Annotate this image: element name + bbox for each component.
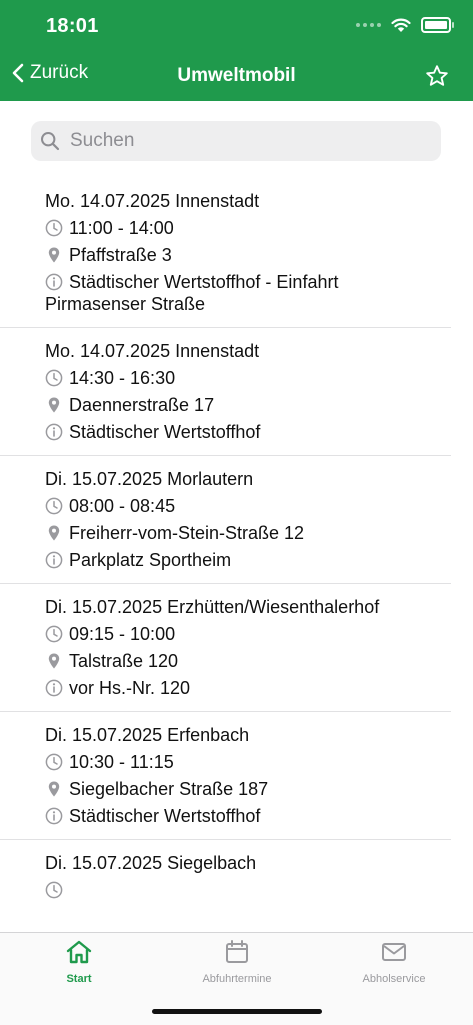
entry-title: Di. 15.07.2025 Siegelbach: [45, 853, 257, 873]
tab-label: Abfuhrtermine: [202, 973, 272, 985]
info-icon: [45, 807, 63, 825]
location-pin-icon: [48, 781, 60, 797]
entry-title: Mo. 14.07.2025 Innenstadt: [45, 341, 260, 361]
list-item[interactable]: Di. 15.07.2025 Erzhütten/Wiesenthalerhof…: [0, 584, 451, 712]
entry-info: vor Hs.-Nr. 120: [69, 678, 191, 698]
page-title: Umweltmobil: [177, 65, 296, 86]
entry-time-row: 08:00 - 08:45: [45, 495, 429, 517]
entry-info-row: Städtischer Wertstoffhof: [45, 421, 429, 443]
search-icon: [41, 132, 60, 151]
tab-label: Abholservice: [362, 973, 426, 985]
entry-address-row: Pfaffstraße 3: [45, 244, 429, 266]
entry-time: 11:00 - 14:00: [69, 218, 174, 238]
cellular-signal-icon: [356, 23, 381, 27]
home-icon: [66, 940, 92, 964]
info-icon: [45, 423, 63, 441]
entry-info-row: Parkplatz Sportheim: [45, 549, 429, 571]
entry-title: Mo. 14.07.2025 Innenstadt: [45, 191, 260, 211]
entry-address-row: Freiherr-vom-Stein-Straße 12: [45, 522, 429, 544]
entry-time: 09:15 - 10:00: [69, 624, 176, 644]
entry-address: Talstraße 120: [69, 651, 179, 671]
info-icon: [45, 273, 63, 291]
entry-time: 10:30 - 11:15: [69, 752, 174, 772]
clock-icon: [45, 881, 63, 899]
tab-abholservice[interactable]: Abholservice: [315, 939, 473, 985]
clock-icon: [45, 369, 63, 387]
status-icons: [356, 17, 454, 33]
wifi-icon: [391, 18, 411, 32]
entry-info-row: Städtischer Wertstoffhof - Einfahrt Pirm…: [45, 271, 429, 315]
mail-icon: [382, 943, 406, 961]
entry-address-row: Siegelbacher Straße 187: [45, 778, 429, 800]
entry-time-row: 14:30 - 16:30: [45, 367, 429, 389]
clock-icon: [45, 625, 63, 643]
entry-title: Di. 15.07.2025 Erzhütten/Wiesenthalerhof: [45, 597, 380, 617]
entry-address: Freiherr-vom-Stein-Straße 12: [69, 523, 305, 543]
entry-title: Di. 15.07.2025 Morlautern: [45, 469, 254, 489]
tab-abfuhrtermine[interactable]: Abfuhrtermine: [158, 939, 316, 985]
entry-info: Städtischer Wertstoffhof - Einfahrt Pirm…: [45, 272, 339, 314]
entry-address: Siegelbacher Straße 187: [69, 779, 269, 799]
entry-time: 08:00 - 08:45: [69, 496, 176, 516]
entry-info-row: vor Hs.-Nr. 120: [45, 677, 429, 699]
search-field[interactable]: [31, 121, 441, 161]
header: 18:01 Zurück Umweltmobil: [0, 0, 473, 101]
entry-info: Städtischer Wertstoffhof: [69, 422, 261, 442]
list-item[interactable]: Di. 15.07.2025 Morlautern 08:00 - 08:45 …: [0, 456, 451, 584]
clock-icon: [45, 219, 63, 237]
status-bar: 18:01: [0, 0, 473, 54]
location-pin-icon: [48, 525, 60, 541]
entry-info-row: Städtischer Wertstoffhof: [45, 805, 429, 827]
entry-time-row: 09:15 - 10:00: [45, 623, 429, 645]
location-pin-icon: [48, 397, 60, 413]
navigation-bar: Zurück Umweltmobil: [0, 54, 473, 101]
list-item[interactable]: Di. 15.07.2025 Erfenbach 10:30 - 11:15 S…: [0, 712, 451, 840]
tab-label: Start: [66, 973, 92, 985]
entry-info: Städtischer Wertstoffhof: [69, 806, 261, 826]
info-icon: [45, 551, 63, 569]
entry-time-row: 11:00 - 14:00: [45, 217, 429, 239]
battery-icon: [421, 17, 454, 33]
list-item[interactable]: Mo. 14.07.2025 Innenstadt 14:30 - 16:30 …: [0, 328, 451, 456]
info-icon: [45, 679, 63, 697]
entry-time: 14:30 - 16:30: [69, 368, 176, 388]
list-item[interactable]: Di. 15.07.2025 Siegelbach: [0, 840, 451, 899]
entry-address: Daennerstraße 17: [69, 395, 215, 415]
list-item[interactable]: Mo. 14.07.2025 Innenstadt 11:00 - 14:00 …: [0, 178, 451, 328]
calendar-icon: [226, 940, 248, 963]
search-input[interactable]: [68, 129, 412, 153]
entry-address-row: Talstraße 120: [45, 650, 429, 672]
schedule-list: Mo. 14.07.2025 Innenstadt 11:00 - 14:00 …: [0, 178, 473, 932]
clock-icon: [45, 497, 63, 515]
clock-icon: [45, 753, 63, 771]
entry-address-row: Daennerstraße 17: [45, 394, 429, 416]
entry-title: Di. 15.07.2025 Erfenbach: [45, 725, 250, 745]
location-pin-icon: [48, 247, 60, 263]
status-time: 18:01: [46, 15, 99, 37]
location-pin-icon: [48, 653, 60, 669]
entry-time-row: 10:30 - 11:15: [45, 751, 429, 773]
star-icon: [426, 65, 448, 86]
tab-start[interactable]: Start: [0, 939, 158, 985]
favorite-button[interactable]: [425, 64, 449, 93]
entry-info: Parkplatz Sportheim: [69, 550, 232, 570]
entry-address: Pfaffstraße 3: [69, 245, 172, 265]
home-indicator: [152, 1009, 322, 1014]
